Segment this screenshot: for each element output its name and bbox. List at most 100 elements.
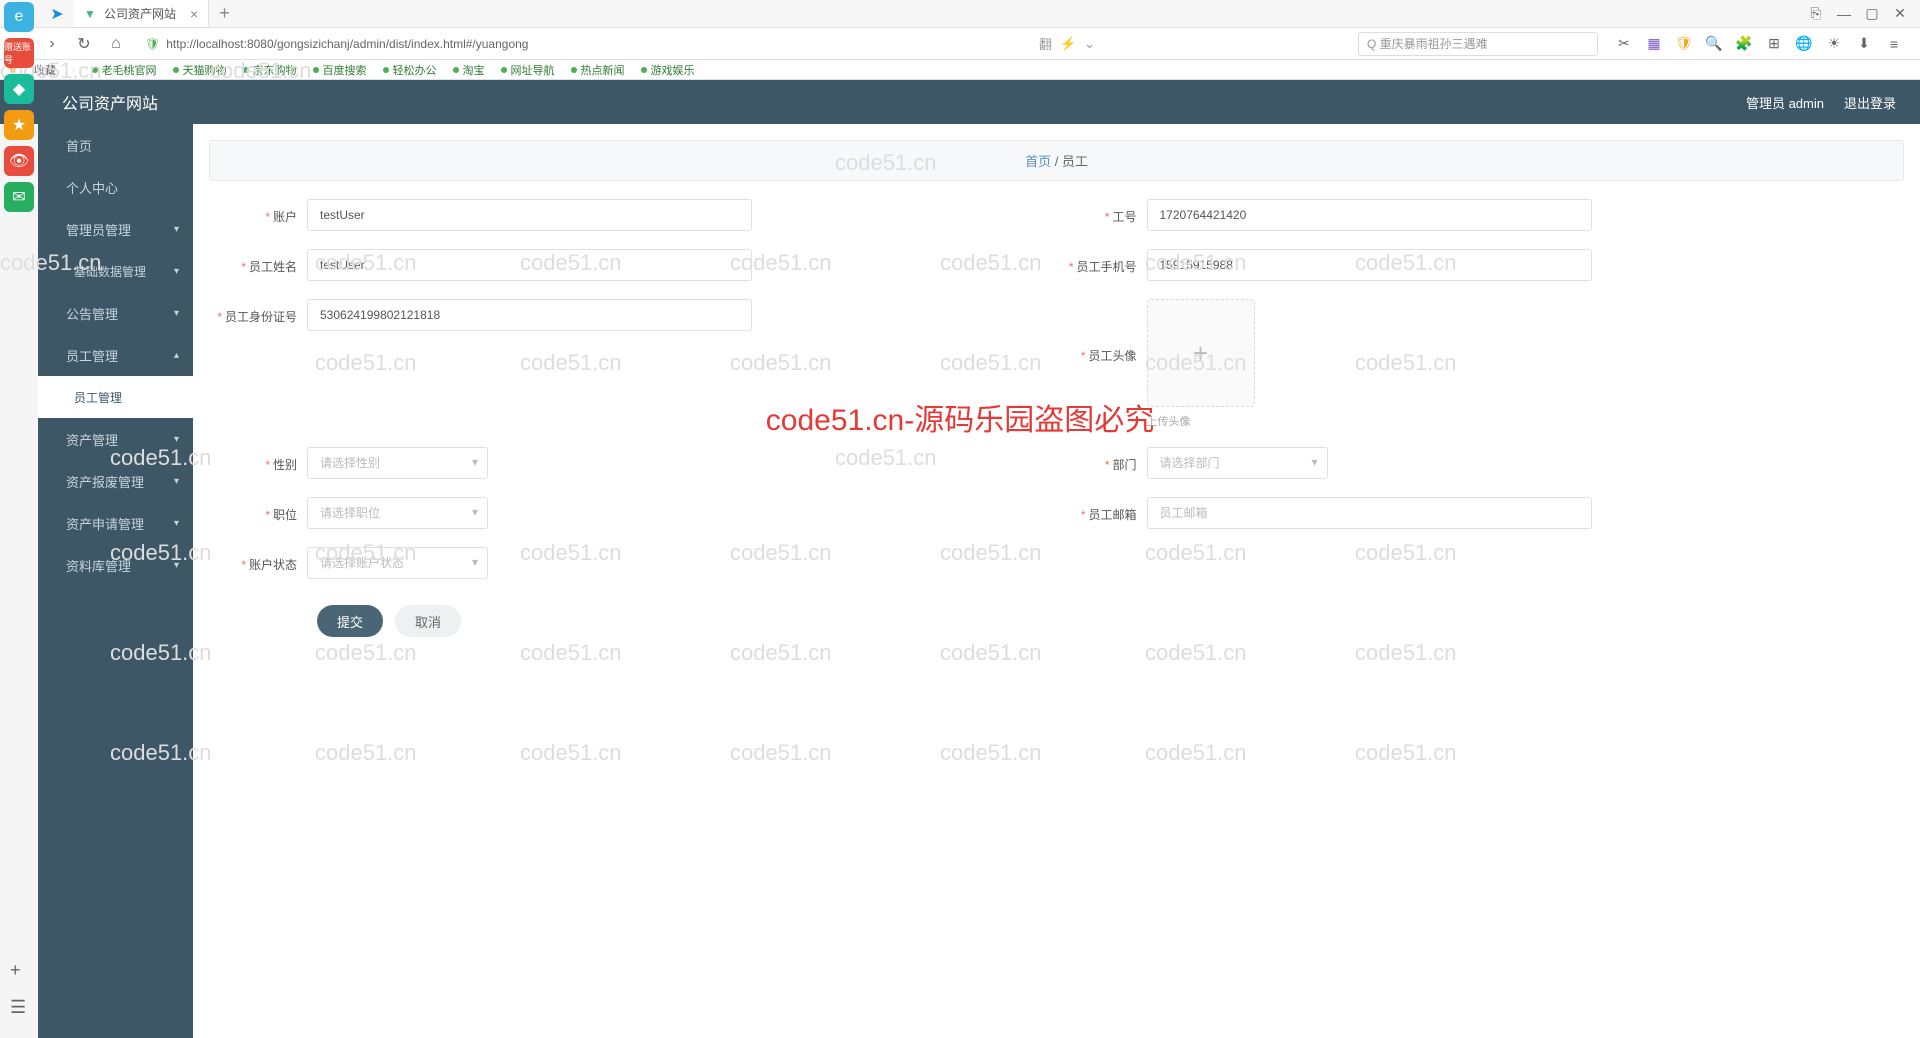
sun-icon[interactable]: ☀: [1824, 34, 1844, 54]
app-icon[interactable]: 赠送账号: [4, 38, 34, 68]
bookmark-link[interactable]: 京东购物: [243, 62, 297, 78]
bookmark-link[interactable]: 百度搜索: [313, 62, 367, 78]
browser-search[interactable]: Q 重庆暴雨祖孙三遇难: [1358, 32, 1598, 56]
app-icon[interactable]: ◆: [4, 74, 34, 104]
bookmark-link[interactable]: 淘宝: [453, 62, 485, 78]
phone-input[interactable]: [1147, 249, 1592, 281]
dept-select[interactable]: [1147, 447, 1328, 479]
app-title: 公司资产网站: [62, 90, 158, 114]
bookmark-link[interactable]: 热点新闻: [571, 62, 625, 78]
browser-nav: ‹ › ↻ ⌂ 🛡 http://localhost:8080/gongsizi…: [0, 28, 1920, 60]
workid-input[interactable]: [1147, 199, 1592, 231]
browser-icon[interactable]: e: [4, 2, 34, 32]
puzzle-icon[interactable]: 🧩: [1734, 34, 1754, 54]
sidebar-item-employee-parent[interactable]: 员工管理▴: [38, 334, 193, 376]
breadcrumb-home[interactable]: 首页: [1025, 154, 1051, 169]
bookmark-link[interactable]: 老毛桃官网: [92, 62, 157, 78]
grid-icon[interactable]: ⊞: [1764, 34, 1784, 54]
shield-icon: 🛡: [145, 37, 160, 51]
avatar-upload[interactable]: +: [1147, 299, 1255, 407]
sidebar-item-basedata[interactable]: 基础数据管理▾: [38, 250, 193, 292]
chevron-down-icon: ▾: [174, 560, 179, 571]
menu-icon[interactable]: ≡: [1884, 34, 1904, 54]
bookmark-link[interactable]: 游戏娱乐: [641, 62, 695, 78]
sidebar-item-profile[interactable]: 个人中心: [38, 166, 193, 208]
sidebar-item-home[interactable]: 首页: [38, 124, 193, 166]
sidebar-item-library[interactable]: 资料库管理▾: [38, 544, 193, 586]
status-label: *账户状态: [217, 547, 307, 573]
name-input[interactable]: [307, 249, 752, 281]
chevron-down-icon: ▾: [174, 308, 179, 319]
flash-icon[interactable]: ⚡: [1060, 36, 1076, 52]
forward-button[interactable]: ›: [40, 32, 64, 56]
phone-label: *员工手机号: [1057, 249, 1147, 275]
mail-icon[interactable]: ✉: [4, 182, 34, 212]
content-area: 首页 / 员工 *账户 *工号 *员工姓名 *员工手机号 *员工身份证号: [193, 124, 1920, 1038]
cancel-button[interactable]: 取消: [395, 605, 461, 637]
avatar-label: *员工头像: [1057, 299, 1147, 364]
bookmarks-bar: ★ 收藏 · 老毛桃官网 天猫购物 京东购物 百度搜索 轻松办公 淘宝 网址导航…: [0, 60, 1920, 80]
chevron-down-icon[interactable]: ⌄: [1084, 36, 1095, 52]
sidebar-item-employee[interactable]: 员工管理: [38, 376, 193, 418]
upload-hint: 上传头像: [1147, 413, 1255, 429]
position-select[interactable]: [307, 497, 488, 529]
search-icon: Q: [1367, 37, 1376, 51]
scissors-icon[interactable]: ✂: [1614, 34, 1634, 54]
close-icon[interactable]: ✕: [1888, 2, 1912, 26]
chevron-down-icon: ▾: [174, 434, 179, 445]
bookmark-link[interactable]: 轻松办公: [383, 62, 437, 78]
extension-icon[interactable]: ▦: [1644, 34, 1664, 54]
chevron-down-icon: ▾: [174, 518, 179, 529]
email-input[interactable]: [1147, 497, 1592, 529]
bookmark-link[interactable]: 天猫购物: [173, 62, 227, 78]
chevron-down-icon: ▾: [174, 224, 179, 235]
search-placeholder: 重庆暴雨祖孙三遇难: [1380, 35, 1488, 52]
minimize-icon[interactable]: —: [1832, 2, 1856, 26]
sidebar-item-asset[interactable]: 资产管理▾: [38, 418, 193, 460]
maximize-icon[interactable]: ▢: [1860, 2, 1884, 26]
weibo-icon[interactable]: 👁: [4, 146, 34, 176]
chevron-down-icon: ▾: [174, 476, 179, 487]
idcard-label: *员工身份证号: [217, 299, 307, 325]
position-label: *职位: [217, 497, 307, 523]
close-icon[interactable]: ×: [190, 6, 198, 22]
os-sidebar: e 赠送账号 ◆ ★ 👁 ✉: [0, 0, 38, 1038]
shield-icon[interactable]: 🛡: [1674, 34, 1694, 54]
account-input[interactable]: [307, 199, 752, 231]
url-text: http://localhost:8080/gongsizichanj/admi…: [166, 37, 528, 51]
home-button[interactable]: ⌂: [104, 32, 128, 56]
translate-icon[interactable]: 翻: [1039, 34, 1052, 53]
chevron-up-icon: ▴: [174, 350, 179, 361]
dept-label: *部门: [1057, 447, 1147, 473]
browser-logo-icon[interactable]: ➤: [40, 0, 74, 27]
plus-icon: +: [1193, 338, 1208, 369]
new-tab-button[interactable]: +: [209, 3, 240, 24]
email-label: *员工邮箱: [1057, 497, 1147, 523]
url-bar[interactable]: 🛡 http://localhost:8080/gongsizichanj/ad…: [136, 32, 776, 56]
tab-title: 公司资产网站: [104, 5, 176, 22]
chevron-down-icon: ▾: [174, 266, 179, 277]
idcard-input[interactable]: [307, 299, 752, 331]
reload-button[interactable]: ↻: [72, 32, 96, 56]
app-sidebar: 首页 个人中心 管理员管理▾ 基础数据管理▾ 公告管理▾ 员工管理▴ 员工管理 …: [38, 124, 193, 1038]
employee-form: *账户 *工号 *员工姓名 *员工手机号 *员工身份证号 *员工头像: [209, 199, 1904, 655]
globe-icon[interactable]: 🌐: [1794, 34, 1814, 54]
sidebar-item-asset-apply[interactable]: 资产申请管理▾: [38, 502, 193, 544]
search-icon[interactable]: 🔍: [1704, 34, 1724, 54]
sidebar-item-asset-discard[interactable]: 资产报废管理▾: [38, 460, 193, 502]
download-icon[interactable]: ⬇: [1854, 34, 1874, 54]
bookmark-link[interactable]: 网址导航: [501, 62, 555, 78]
status-select[interactable]: [307, 547, 488, 579]
app-header: 公司资产网站 管理员 admin 退出登录: [0, 80, 1920, 124]
bookmark-icon[interactable]: ⎘: [1804, 2, 1828, 26]
gender-select[interactable]: [307, 447, 488, 479]
sidebar-item-admin[interactable]: 管理员管理▾: [38, 208, 193, 250]
sidebar-item-notice[interactable]: 公告管理▾: [38, 292, 193, 334]
workid-label: *工号: [1057, 199, 1147, 225]
submit-button[interactable]: 提交: [317, 605, 383, 637]
app-icon[interactable]: ★: [4, 110, 34, 140]
account-label: *账户: [217, 199, 307, 225]
admin-label[interactable]: 管理员 admin: [1746, 93, 1824, 112]
browser-tab[interactable]: ▼ 公司资产网站 ×: [74, 0, 209, 27]
logout-button[interactable]: 退出登录: [1844, 93, 1896, 112]
